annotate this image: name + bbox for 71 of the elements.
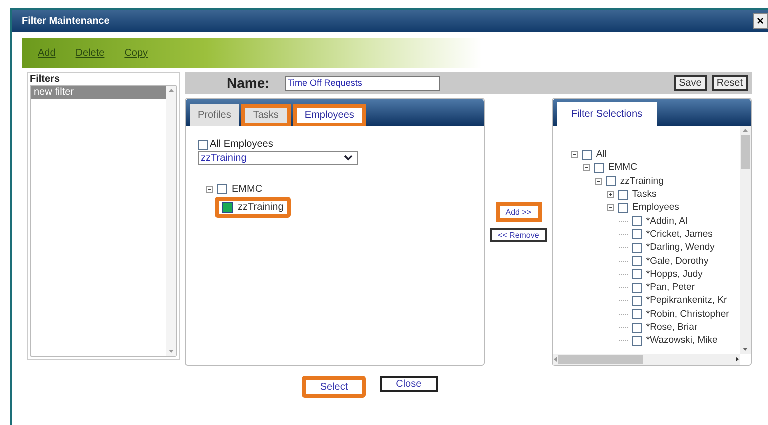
scroll-thumb[interactable] [741,135,750,169]
scroll-down-icon[interactable] [742,347,749,352]
tree-item[interactable]: *Pepikrankenitz, Kr [646,295,728,306]
tree-item[interactable]: *Rose, Briar [646,322,698,333]
checkbox[interactable] [606,176,616,186]
scrollbar[interactable] [166,86,176,356]
checkbox[interactable] [198,140,208,150]
collapse-icon[interactable] [206,186,213,192]
checkbox[interactable] [632,256,642,266]
collapse-icon[interactable] [607,204,614,212]
checkbox[interactable] [217,184,227,194]
scroll-thumb[interactable] [558,355,644,364]
window-title: Filter Maintenance [22,16,110,26]
scroll-up-icon[interactable] [742,128,749,133]
checkbox[interactable] [222,202,233,212]
tab[interactable]: Employees [292,104,366,126]
toolbar-link[interactable]: Delete [76,48,105,58]
collapse-icon[interactable] [571,151,578,158]
expand-icon[interactable] [607,191,614,198]
tree-node[interactable]: zzTraining [215,196,291,218]
checkbox[interactable] [632,309,642,320]
collapse-icon[interactable] [595,178,602,185]
collapse-icon[interactable] [583,164,590,172]
tree-item[interactable]: *Cricket, James [646,228,713,240]
dialog-button[interactable]: Close [380,376,438,392]
scroll-down-icon[interactable] [168,349,174,354]
checkbox[interactable] [618,202,628,213]
move-button[interactable]: Add >> [496,202,542,222]
tree-item[interactable]: All [596,149,607,160]
tab[interactable]: Filter Selections [557,102,657,126]
move-button[interactable]: << Remove [490,228,548,242]
tree-item[interactable]: EMMC [608,162,638,174]
checkbox[interactable] [632,296,642,306]
dialog-button[interactable]: Select [302,376,366,398]
toolbar-button[interactable]: Reset [712,75,748,91]
checkbox[interactable] [632,242,642,253]
tree-item[interactable]: Tasks [632,189,657,200]
scrollbar[interactable] [740,126,751,354]
scroll-right-icon[interactable] [735,356,740,363]
tree-item[interactable]: *Wazowski, Mike [646,335,718,346]
close-button[interactable]: × [752,13,768,29]
checkbox[interactable] [618,190,628,200]
tree-item[interactable]: *Darling, Wendy [646,242,715,254]
checkbox[interactable] [632,216,642,226]
checkbox[interactable] [632,229,642,240]
tree-item[interactable]: *Gale, Dorothy [646,256,709,267]
field-label: Name: [227,75,270,91]
toolbar-link[interactable]: Copy [124,48,148,58]
tree-item[interactable]: *Robin, Christopher [646,308,730,320]
scrollbar[interactable] [553,354,740,365]
tree-item[interactable]: *Addin, Al [646,216,688,227]
checkbox[interactable] [582,150,592,160]
group-dropdown[interactable]: zzTraining [198,151,358,165]
tree-item[interactable]: Employees [632,202,680,214]
checkbox[interactable] [632,282,642,293]
checkbox[interactable] [632,336,642,346]
tree-item[interactable]: *Pan, Peter [646,282,695,294]
panel-title: Filters [30,74,62,85]
checkbox[interactable] [594,162,604,173]
checkbox[interactable] [632,322,642,332]
tree-node[interactable]: EMMC [210,178,270,200]
tab[interactable]: Profiles [190,104,240,126]
tab[interactable]: Tasks [241,104,291,126]
toolbar-button[interactable]: Save [674,75,707,91]
tree-item[interactable]: *Hopps, Judy [646,268,703,280]
name-field[interactable]: Time Off Requests [284,76,440,90]
chevron-icon [344,155,353,161]
tree-item[interactable]: zzTraining [620,176,664,187]
checkbox-label: All Employees [210,139,274,150]
scroll-up-icon[interactable] [168,88,174,93]
checkbox[interactable] [632,269,642,280]
